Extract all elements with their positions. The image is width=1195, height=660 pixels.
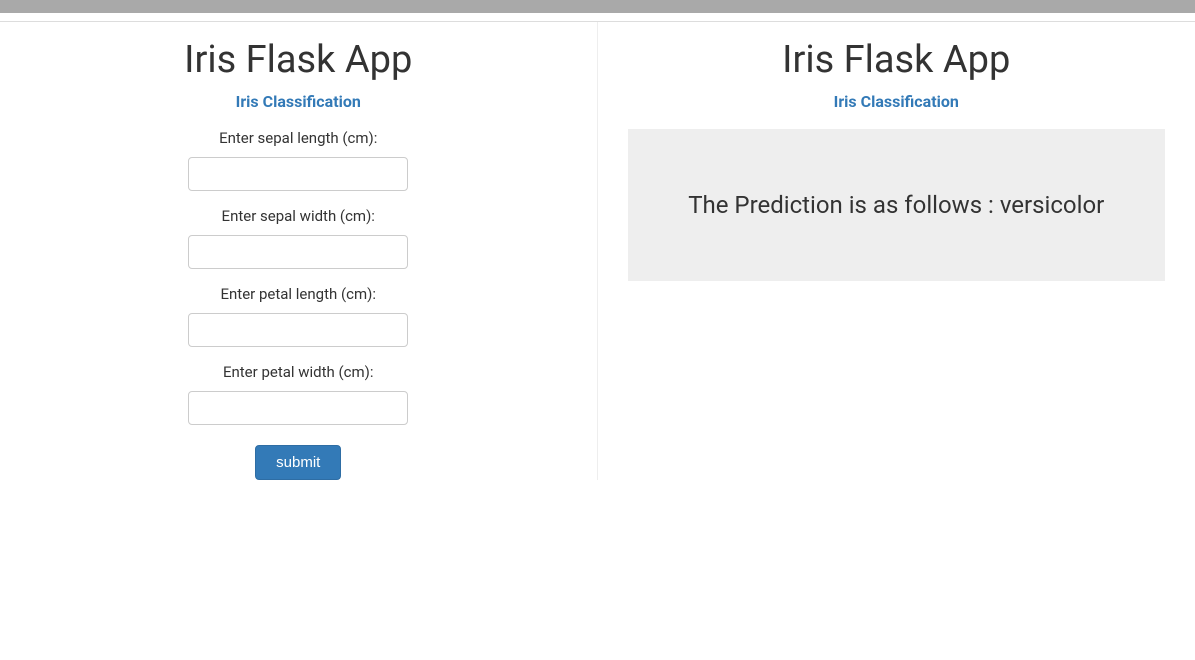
submit-button[interactable]: submit: [255, 445, 341, 480]
sepal-length-label: Enter sepal length (cm):: [188, 129, 408, 147]
subtitle-right: Iris Classification: [598, 92, 1195, 111]
petal-length-input[interactable]: [188, 313, 408, 347]
sepal-length-input[interactable]: [188, 157, 408, 191]
input-panel: Iris Flask App Iris Classification Enter…: [0, 22, 598, 480]
result-panel: Iris Flask App Iris Classification The P…: [598, 22, 1195, 480]
sepal-width-label: Enter sepal width (cm):: [188, 207, 408, 225]
main-container: Iris Flask App Iris Classification Enter…: [0, 22, 1195, 480]
app-title-left: Iris Flask App: [0, 38, 597, 82]
prediction-result-box: The Prediction is as follows : versicolo…: [628, 129, 1166, 281]
top-grey-bar: [0, 0, 1195, 13]
prediction-text: The Prediction is as follows : versicolo…: [648, 191, 1146, 219]
app-title-right: Iris Flask App: [598, 38, 1195, 82]
petal-length-label: Enter petal length (cm):: [188, 285, 408, 303]
sepal-width-input[interactable]: [188, 235, 408, 269]
petal-width-label: Enter petal width (cm):: [188, 363, 408, 381]
subtitle-left: Iris Classification: [0, 92, 597, 111]
petal-width-input[interactable]: [188, 391, 408, 425]
form-section: Enter sepal length (cm): Enter sepal wid…: [188, 129, 408, 480]
